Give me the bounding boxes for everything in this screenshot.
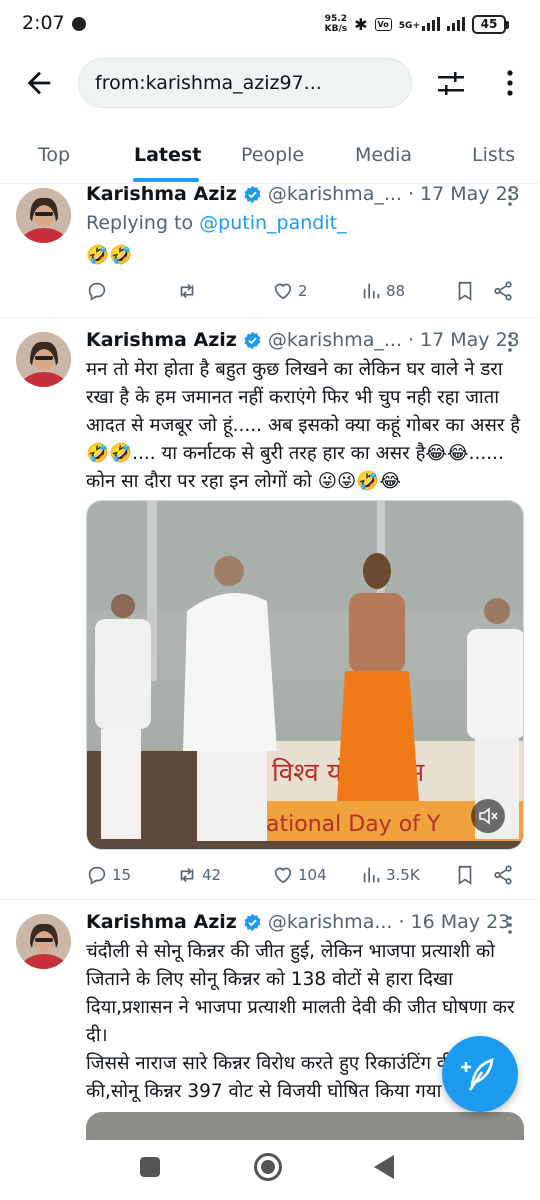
search-header: from:karishma_aziz97... [0,52,540,114]
network-speed: 95.2 KB/s [325,14,347,34]
filter-settings-icon[interactable] [436,70,466,98]
share-icon[interactable] [492,864,514,886]
more-options-icon[interactable] [500,68,520,98]
like-button[interactable]: 2 [272,280,308,302]
back-triangle-icon[interactable] [374,1155,394,1179]
share-icon[interactable] [492,280,514,302]
views-button[interactable]: 88 [360,280,405,302]
reply-icon [88,282,106,301]
tweet-text: मन तो मेरा होता है बहुत कुछ लिखने का लेक… [86,359,521,492]
views-count: 88 [386,282,406,300]
reply-to-handle[interactable]: @putin_pandit_ [199,212,346,234]
video-frame: विश्व योग दिवस rational Day of Y [87,501,523,849]
tab-media[interactable]: Media [355,144,412,166]
system-nav-bar [0,1140,540,1200]
search-tabs: Top Latest People Media Lists [0,128,540,184]
reply-button[interactable]: 15 [86,864,131,886]
retweet-count: 42 [202,866,222,884]
reply-prefix: Replying to [86,212,194,234]
tweet[interactable]: Karishma Aziz @karishma_... · 17 May 23 … [0,183,540,318]
bluetooth-icon: ✱ [354,14,368,34]
speed-unit: KB/s [324,24,348,34]
author-handle: @karishma_... [267,329,402,351]
tweet-actions: 2 88 [86,280,526,310]
status-icons: 95.2 KB/s ✱ Vo 5G+ 45 [325,14,509,34]
back-arrow-icon[interactable] [22,66,56,100]
verified-badge-icon [244,185,261,203]
network-type: 5G+ [399,17,440,31]
reply-icon [88,866,106,885]
active-tab-indicator [133,178,199,182]
tab-lists[interactable]: Lists [472,144,515,166]
avatar[interactable] [16,188,71,243]
author-handle: @karishma_... [267,183,402,205]
author-name[interactable]: Karishma Aziz [86,183,237,205]
retweet-button[interactable]: 42 [176,864,221,886]
reply-count: 15 [112,866,132,884]
tweet-text: 🤣🤣 [86,245,133,266]
avatar[interactable] [16,332,71,387]
views-icon [363,283,380,299]
verified-badge-icon [244,331,261,349]
recent-apps-icon[interactable] [140,1157,160,1177]
verified-badge-icon [244,913,261,931]
retweet-icon [180,867,194,883]
views-icon [363,867,380,883]
author-handle: @karishma... [267,911,393,933]
tweet-more-icon[interactable] [502,186,518,208]
reply-button[interactable] [86,280,112,302]
tweet-date: · 16 May 23 [398,911,511,933]
replying-to: Replying to @putin_pandit_ [86,212,347,234]
tweet-header: Karishma Aziz @karishma_... · 17 May 23 [86,329,520,351]
avatar[interactable] [16,914,71,969]
search-query: from:karishma_aziz97... [95,72,322,94]
home-icon[interactable] [254,1153,282,1181]
tab-people[interactable]: People [241,144,304,166]
compose-tweet-button[interactable] [442,1036,518,1112]
volte-icon: Vo [374,17,392,31]
retweet-button[interactable] [176,280,202,302]
tweet-video[interactable]: विश्व योग दिवस rational Day of Y [86,500,524,850]
like-button[interactable]: 104 [272,864,327,886]
author-name[interactable]: Karishma Aziz [86,911,237,933]
tweet[interactable]: Karishma Aziz @karishma_... · 17 May 23 … [0,318,540,900]
status-time: 2:07 [22,12,65,34]
tweet-header: Karishma Aziz @karishma... · 16 May 23 [86,911,510,933]
notification-dot-icon [72,17,86,31]
tweet-image-preview[interactable] [86,1112,524,1140]
battery-level: 45 [480,17,498,31]
muted-speaker-icon [479,807,498,825]
author-name[interactable]: Karishma Aziz [86,329,237,351]
heart-icon [274,867,292,884]
retweet-icon [180,283,194,299]
mute-button[interactable] [471,799,505,833]
battery-icon: 45 [472,14,509,34]
tab-top[interactable]: Top [38,144,70,166]
signal-2-icon [447,17,465,31]
tweet-header: Karishma Aziz @karishma_... · 17 May 23 [86,183,520,205]
tweet-more-icon[interactable] [502,914,518,936]
tweet-actions: 15 42 104 3.5K [86,864,526,894]
status-bar: 2:07 95.2 KB/s ✱ Vo 5G+ 45 [0,0,540,48]
heart-icon [274,283,292,300]
speed-value: 95.2 [324,14,347,24]
compose-feather-icon [461,1058,494,1091]
bookmark-icon[interactable] [454,864,476,886]
banner-text-2: rational Day of Y [257,812,441,837]
tweet-more-icon[interactable] [502,332,518,354]
signal-icon [422,17,440,31]
search-input[interactable]: from:karishma_aziz97... [78,58,412,108]
views-button[interactable]: 3.5K [360,864,420,886]
views-count: 3.5K [386,866,420,884]
bookmark-icon[interactable] [454,280,476,302]
like-count: 2 [298,282,308,300]
like-count: 104 [298,866,327,884]
tab-latest[interactable]: Latest [134,144,201,166]
